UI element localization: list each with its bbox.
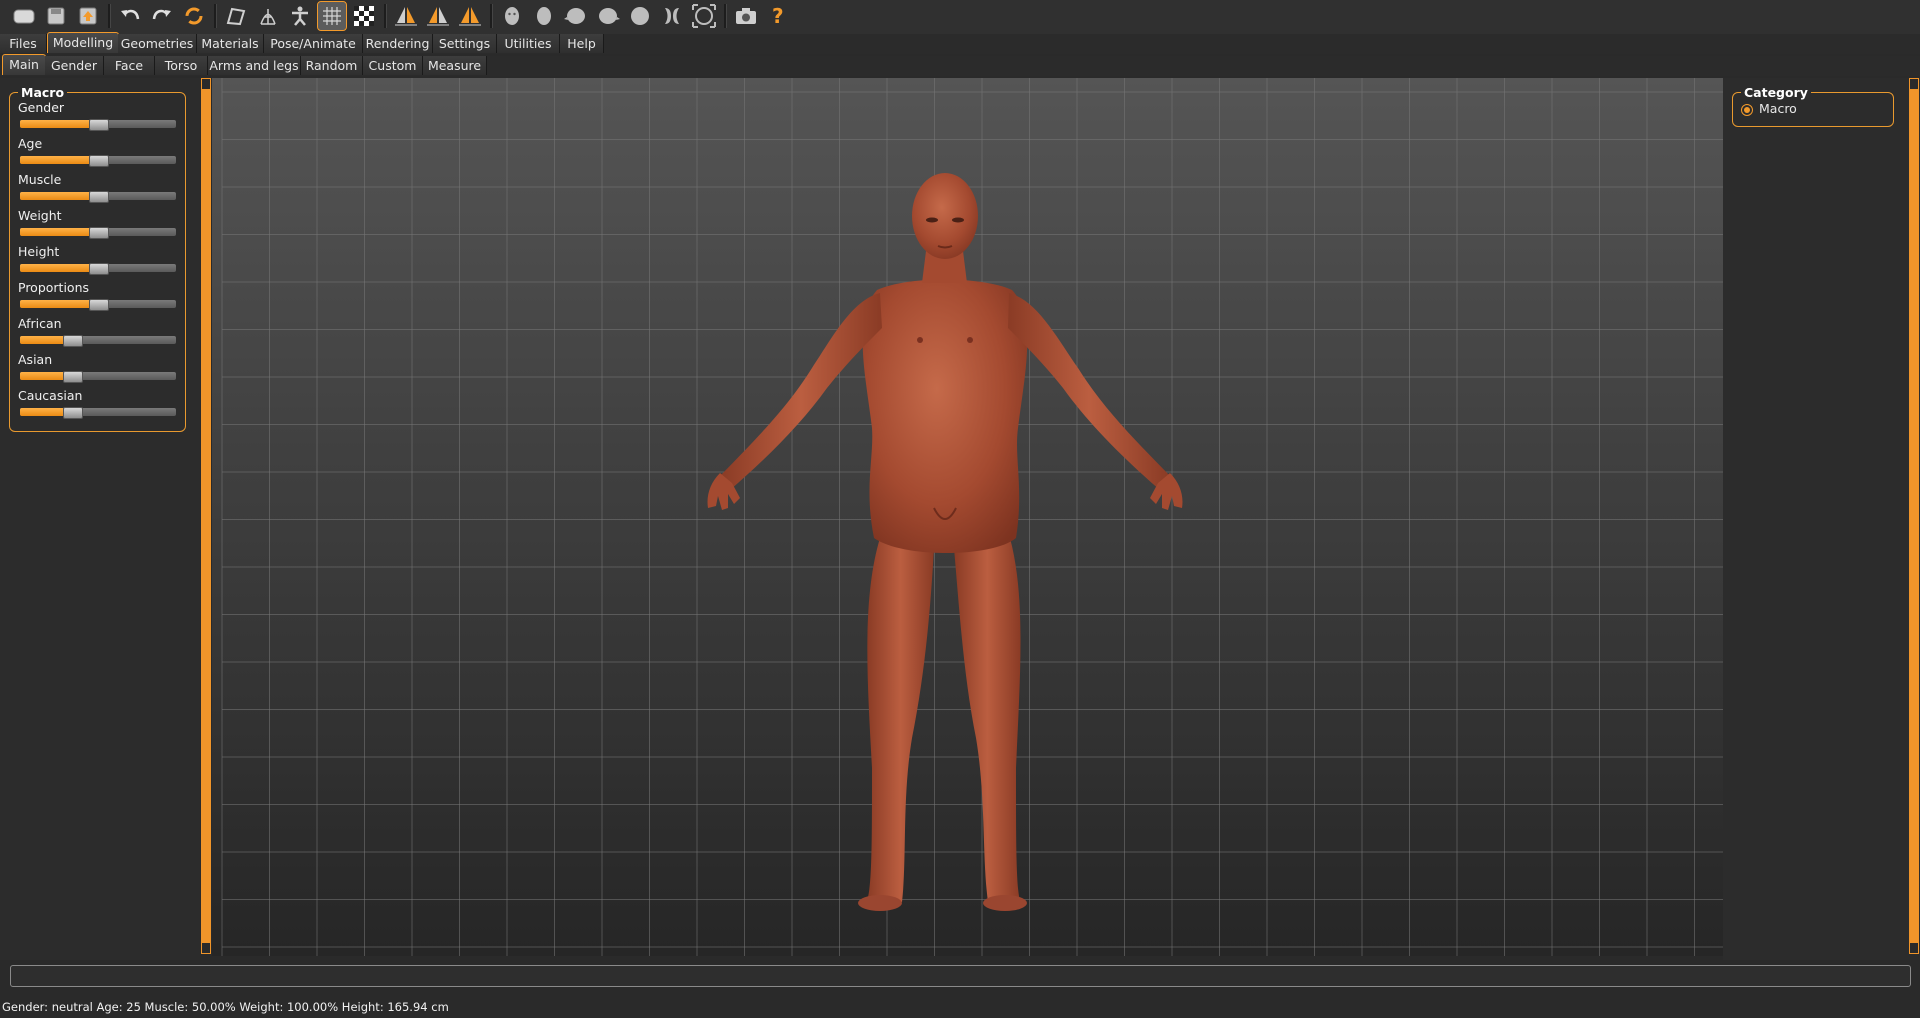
wireframe-icon[interactable] [254,2,282,30]
right-view-icon[interactable] [594,2,622,30]
category-macro-label[interactable]: Macro [1759,101,1797,116]
left-view-icon[interactable] [562,2,590,30]
slider-handle[interactable] [89,299,109,311]
top-view-icon[interactable] [626,2,654,30]
subtab-gender[interactable]: Gender [45,56,104,75]
screenshot-icon[interactable] [732,2,760,30]
human-model [707,173,1183,911]
slider-handle[interactable] [89,227,109,239]
slider-handle[interactable] [89,119,109,131]
slider-handle[interactable] [62,371,83,383]
slider-handle[interactable] [89,155,109,167]
subtab-main[interactable]: Main [2,54,46,75]
front-view-icon[interactable] [498,2,526,30]
left-panel-scrollbar[interactable] [201,78,211,954]
subtab-measure[interactable]: Measure [423,56,487,75]
slider-label-gender: Gender [18,100,65,115]
right-panel: Category Macro [1723,78,1920,960]
status-bar-text: Gender: neutral Age: 25 Muscle: 50.00% W… [2,1000,449,1014]
slider-fill [20,228,98,236]
subtab-random[interactable]: Random [301,56,363,75]
slider-label-proportions: Proportions [18,280,90,295]
slider-african[interactable] [20,335,176,347]
slider-label-asian: Asian [18,352,53,367]
slider-age[interactable] [20,155,176,167]
slider-handle[interactable] [89,191,109,203]
tab-modelling[interactable]: Modelling [47,32,119,53]
slider-fill [20,156,98,164]
slider-caucasian[interactable] [20,407,176,419]
sub-tab-bar: Main Gender Face Torso Arms and legs Ran… [0,54,1920,76]
subtab-torso[interactable]: Torso [155,56,208,75]
main-tab-bar: Files Modelling Geometries Materials Pos… [0,32,1920,54]
slider-label-african: African [18,316,62,331]
slider-weight[interactable] [20,227,176,239]
slider-label-muscle: Muscle [18,172,62,187]
3d-viewport[interactable] [212,78,1723,956]
tab-utilities[interactable]: Utilities [497,34,560,53]
back-view-icon[interactable] [530,2,558,30]
slider-asian[interactable] [20,371,176,383]
svg-text:?: ? [772,4,784,28]
reset-camera-icon[interactable] [690,2,718,30]
tab-help[interactable]: Help [560,34,604,53]
right-panel-scrollbar[interactable] [1909,78,1919,954]
help-icon[interactable]: ? [764,2,792,30]
redo-icon[interactable] [148,2,176,30]
scroll-down-arrow[interactable] [1909,942,1919,954]
slider-fill [20,264,98,272]
slider-height[interactable] [20,263,176,275]
bottom-view-icon[interactable] [658,2,686,30]
subtab-face[interactable]: Face [104,56,155,75]
progress-bar [10,965,1911,987]
background-checker-icon[interactable] [350,2,378,30]
save-icon[interactable] [42,2,70,30]
undo-icon[interactable] [116,2,144,30]
category-group-title: Category [1741,85,1811,100]
symmetry-left-icon[interactable] [424,2,452,30]
pose-icon[interactable] [286,2,314,30]
scroll-up-arrow[interactable] [1909,78,1919,90]
macro-group-title: Macro [18,85,68,100]
slider-label-height: Height [18,244,60,259]
scroll-up-arrow[interactable] [201,78,211,90]
category-macro-radio[interactable] [1741,104,1753,116]
main-toolbar: ? [0,0,1920,34]
viewport-scene [221,78,1723,956]
export-icon[interactable] [74,2,102,30]
reset-icon[interactable] [180,2,208,30]
slider-label-caucasian: Caucasian [18,388,83,403]
new-icon[interactable] [10,2,38,30]
slider-handle[interactable] [62,335,83,347]
slider-label-age: Age [18,136,43,151]
slider-fill [20,300,98,308]
symmetry-icon[interactable] [456,2,484,30]
scroll-down-arrow[interactable] [201,942,211,954]
symmetry-right-icon[interactable] [392,2,420,30]
slider-fill [20,192,98,200]
slider-handle[interactable] [89,263,109,275]
slider-proportions[interactable] [20,299,176,311]
tab-geometries[interactable]: Geometries [118,34,197,53]
subtab-arms-and-legs[interactable]: Arms and legs [208,56,301,75]
slider-label-weight: Weight [18,208,62,223]
tab-settings[interactable]: Settings [433,34,497,53]
tab-pose-animate[interactable]: Pose/Animate [264,34,363,53]
left-panel: Macro Gender Age Muscle Weight Height Proport… [0,78,200,960]
tab-materials[interactable]: Materials [197,34,264,53]
slider-fill [20,120,98,128]
slider-handle[interactable] [62,407,83,419]
tab-rendering[interactable]: Rendering [363,34,433,53]
tab-files[interactable]: Files [0,34,47,53]
subtab-custom[interactable]: Custom [363,56,423,75]
slider-muscle[interactable] [20,191,176,203]
smooth-icon[interactable] [222,2,250,30]
category-group: Category Macro [1732,85,1894,127]
grid-icon[interactable] [317,1,347,31]
slider-gender[interactable] [20,119,176,131]
